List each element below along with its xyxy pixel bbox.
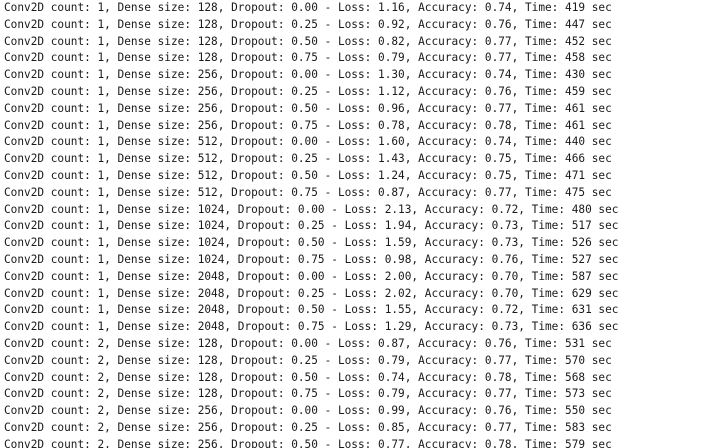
log-line: Conv2D count: 1, Dense size: 512, Dropou… bbox=[4, 168, 612, 182]
log-line: Conv2D count: 2, Dense size: 256, Dropou… bbox=[4, 404, 612, 418]
log-line: Conv2D count: 2, Dense size: 128, Dropou… bbox=[4, 387, 612, 401]
log-line: Conv2D count: 1, Dense size: 2048, Dropo… bbox=[4, 269, 619, 283]
log-line: Conv2D count: 1, Dense size: 256, Dropou… bbox=[4, 118, 612, 132]
log-line: Conv2D count: 1, Dense size: 256, Dropou… bbox=[4, 101, 612, 115]
log-line: Conv2D count: 1, Dense size: 256, Dropou… bbox=[4, 84, 612, 98]
log-line: Conv2D count: 1, Dense size: 1024, Dropo… bbox=[4, 236, 619, 250]
log-line: Conv2D count: 2, Dense size: 128, Dropou… bbox=[4, 370, 612, 384]
log-line: Conv2D count: 2, Dense size: 256, Dropou… bbox=[4, 420, 612, 434]
log-line: Conv2D count: 1, Dense size: 2048, Dropo… bbox=[4, 286, 619, 300]
log-line: Conv2D count: 1, Dense size: 512, Dropou… bbox=[4, 135, 612, 149]
log-lines: Conv2D count: 1, Dense size: 128, Dropou… bbox=[4, 0, 618, 448]
log-line: Conv2D count: 1, Dense size: 512, Dropou… bbox=[4, 152, 612, 166]
log-line: Conv2D count: 2, Dense size: 128, Dropou… bbox=[4, 336, 612, 350]
log-line: Conv2D count: 1, Dense size: 1024, Dropo… bbox=[4, 202, 619, 216]
log-line: Conv2D count: 1, Dense size: 128, Dropou… bbox=[4, 51, 612, 65]
log-line: Conv2D count: 1, Dense size: 2048, Dropo… bbox=[4, 303, 619, 317]
log-line: Conv2D count: 2, Dense size: 128, Dropou… bbox=[4, 353, 612, 367]
log-line: Conv2D count: 1, Dense size: 2048, Dropo… bbox=[4, 320, 619, 334]
log-line: Conv2D count: 1, Dense size: 1024, Dropo… bbox=[4, 219, 619, 233]
log-line: Conv2D count: 1, Dense size: 128, Dropou… bbox=[4, 1, 612, 14]
console-output: Conv2D count: 1, Dense size: 128, Dropou… bbox=[0, 0, 717, 448]
log-line: Conv2D count: 1, Dense size: 256, Dropou… bbox=[4, 68, 612, 82]
log-line: Conv2D count: 2, Dense size: 256, Dropou… bbox=[4, 437, 612, 448]
log-line: Conv2D count: 1, Dense size: 512, Dropou… bbox=[4, 185, 612, 199]
log-line: Conv2D count: 1, Dense size: 1024, Dropo… bbox=[4, 252, 619, 266]
log-line: Conv2D count: 1, Dense size: 128, Dropou… bbox=[4, 34, 612, 48]
log-line: Conv2D count: 1, Dense size: 128, Dropou… bbox=[4, 17, 612, 31]
